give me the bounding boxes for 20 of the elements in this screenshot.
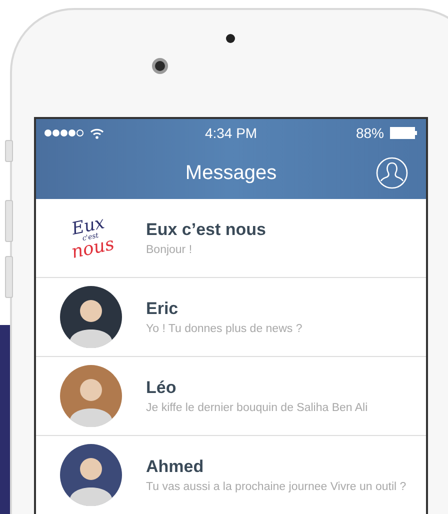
message-preview: Tu vas aussi a la prochaine journee Vivre un outil ? [146,481,406,493]
contact-name: Eric [146,299,180,319]
sensor-icon [226,34,235,43]
message-preview: Yo ! Tu donnes plus de news ? [146,323,302,335]
screen-title: Messages [185,162,277,184]
camera-icon [152,58,168,74]
contact-name: Léo [146,378,178,398]
signal-icon [44,129,84,137]
profile-icon[interactable] [376,157,408,189]
contact-name: Ahmed [146,457,205,477]
message-preview: Bonjour ! [146,244,194,256]
message-preview: Je kiffe le dernier bouquin de Saliha Ben Ali [146,402,368,414]
contact-name: Eux c’est nous [146,220,266,240]
conversation-row[interactable]: Léo Je kiffe le dernier bouquin de Saliha Ben Ali [36,357,426,436]
conversation-row[interactable]: Eric Yo ! Tu donnes plus de news ? [36,278,426,357]
battery-percent: 88% [356,125,384,141]
status-time: 4:34 PM [204,125,258,141]
battery-icon [390,127,418,139]
conversation-row[interactable]: Ahmed Tu vas aussi a la prochaine journee Vivre un outil ? [36,436,426,514]
wifi-icon [90,128,104,138]
